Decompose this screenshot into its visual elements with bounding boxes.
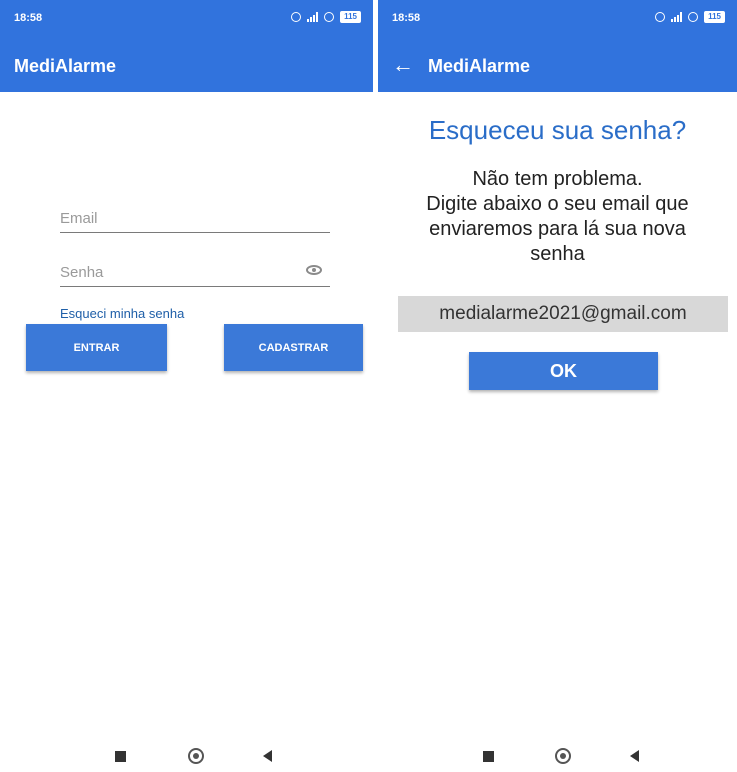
description-line: Não tem problema.: [472, 168, 643, 190]
status-icons: 115: [291, 11, 361, 23]
description-line: senha: [530, 243, 585, 265]
password-input[interactable]: [60, 258, 330, 286]
description-line: Digite abaixo o seu email que: [426, 193, 689, 215]
app-title: MediAlarme: [14, 56, 117, 76]
nav-home-icon[interactable]: [555, 748, 571, 764]
nav-bar: [0, 740, 373, 772]
signal-icon: [307, 12, 319, 22]
status-bar: 18:58 115: [0, 0, 373, 36]
wifi-icon: [688, 12, 699, 22]
wifi-icon: [324, 12, 335, 22]
email-input[interactable]: [60, 204, 330, 232]
description: Não tem problema. Digite abaixo o seu em…: [378, 167, 737, 267]
status-icons: 115: [655, 11, 725, 23]
email-field[interactable]: [60, 204, 330, 233]
status-bar: 18:58 115: [378, 0, 737, 36]
app-bar: ← MediAlarme: [378, 36, 737, 92]
signal-icon: [671, 12, 683, 22]
back-arrow-icon[interactable]: ←: [392, 52, 414, 78]
status-time: 18:58: [392, 12, 421, 24]
recovery-email-input[interactable]: [406, 302, 720, 326]
recovery-email-field[interactable]: [398, 296, 728, 332]
eye-icon[interactable]: [306, 265, 322, 275]
alarm-icon: [291, 12, 302, 22]
nav-recents-icon[interactable]: [483, 751, 494, 762]
description-line: enviaremos para lá sua nova: [429, 218, 686, 240]
register-button[interactable]: CADASTRAR: [224, 324, 363, 371]
nav-recents-icon[interactable]: [115, 751, 126, 762]
alarm-icon: [655, 12, 666, 22]
login-screen: 18:58 115 MediAlarme Esqueci minha senha…: [0, 0, 373, 772]
status-time: 18:58: [14, 12, 43, 24]
nav-home-icon[interactable]: [188, 748, 204, 764]
page-heading: Esqueceu sua senha?: [428, 115, 687, 145]
app-title: MediAlarme: [428, 56, 531, 76]
nav-back-icon[interactable]: [263, 750, 272, 762]
password-field[interactable]: [60, 258, 330, 287]
nav-back-icon[interactable]: [630, 750, 639, 762]
forgot-password-screen: 18:58 115 ← MediAlarme Esqueceu sua senh…: [378, 0, 737, 772]
nav-bar: [378, 740, 737, 772]
battery-icon: 115: [340, 11, 361, 23]
battery-icon: 115: [704, 11, 725, 23]
ok-button[interactable]: OK: [469, 352, 658, 390]
login-button[interactable]: ENTRAR: [26, 324, 167, 371]
app-bar: MediAlarme: [0, 36, 373, 92]
forgot-password-link[interactable]: Esqueci minha senha: [60, 306, 184, 321]
